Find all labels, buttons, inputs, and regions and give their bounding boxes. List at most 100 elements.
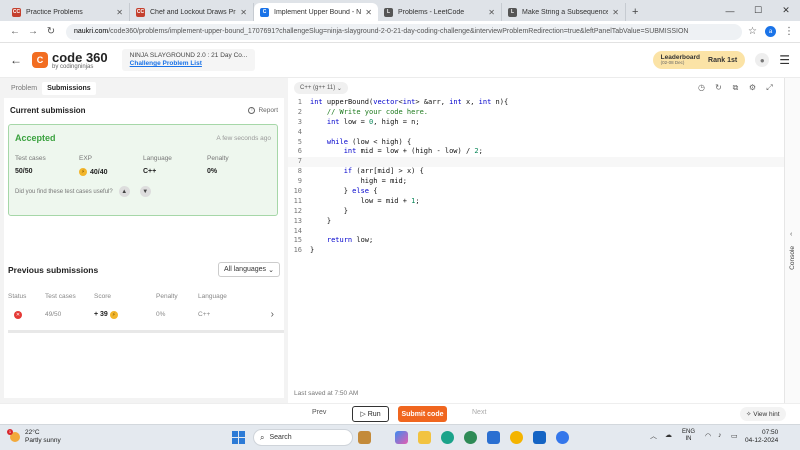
code-line[interactable]: 3 int low = 0, high = n; xyxy=(288,118,784,128)
copy-icon[interactable]: ⧉ xyxy=(727,83,744,93)
language-filter-select[interactable]: All languages ⌄ xyxy=(218,262,280,277)
view-hint-button[interactable]: ✧ View hint xyxy=(740,407,786,421)
bookmark-star-icon[interactable]: ☆ xyxy=(748,26,757,37)
help-app-icon[interactable] xyxy=(510,431,523,444)
chevron-right-icon[interactable]: › xyxy=(266,309,280,320)
code-line[interactable]: 9 high = mid; xyxy=(288,177,784,187)
chrome-browser-icon[interactable] xyxy=(464,431,477,444)
edge-browser-icon[interactable] xyxy=(441,431,454,444)
outlook-app-icon[interactable] xyxy=(533,431,546,444)
close-tab-icon[interactable]: ✕ xyxy=(116,8,123,17)
tray-overflow-icon[interactable]: ︿ xyxy=(650,431,657,441)
user-avatar-icon[interactable]: ● xyxy=(755,53,770,67)
thumbs-up-icon[interactable]: ▲ xyxy=(118,186,130,197)
close-tab-icon[interactable]: ✕ xyxy=(365,8,372,17)
coin-icon: ⚡ xyxy=(79,168,87,176)
submissions-table-header: Status Test cases Score Penalty Language xyxy=(8,293,280,300)
store-app-icon[interactable] xyxy=(487,431,500,444)
column-header: Penalty xyxy=(156,293,178,300)
wifi-icon[interactable]: ◠ xyxy=(705,432,711,440)
code-line[interactable]: 12 } xyxy=(288,207,784,217)
tab-title: Make String a Subsequence U... xyxy=(522,8,609,16)
run-button[interactable]: ▷ Run xyxy=(352,406,389,422)
url-field[interactable]: naukri.com/code360/problems/implement-up… xyxy=(66,23,743,40)
thumbs-down-icon[interactable]: ▼ xyxy=(139,186,151,197)
weather-widget[interactable]: 1 22°C Partly sunny xyxy=(7,428,61,445)
leaderboard-button[interactable]: Leaderboard (02-08 Dec) Rank 1st xyxy=(652,51,746,69)
reset-icon[interactable]: ↻ xyxy=(710,83,727,93)
console-label[interactable]: Console xyxy=(789,246,796,270)
browser-tab-leetcode[interactable]: L Problems - LeetCode ✕ xyxy=(378,3,502,21)
browser-tab-practice[interactable]: CC Practice Problems ✕ xyxy=(6,3,130,21)
code-area[interactable]: 1 int upperBound(vector<int> &arr, int x,… xyxy=(288,98,784,373)
settings-gear-icon[interactable]: ⚙ xyxy=(744,83,761,93)
app-header: ← C code 360 by codingninjas NINJA SLAYG… xyxy=(0,43,800,78)
code-line[interactable]: 10 } else { xyxy=(288,187,784,197)
new-tab-button[interactable]: + xyxy=(632,3,638,21)
console-sidebar[interactable]: ‹ Console xyxy=(784,78,800,403)
timer-icon[interactable]: ◷ xyxy=(693,83,710,93)
browser-tab-subsequence[interactable]: L Make String a Subsequence U... ✕ xyxy=(502,3,626,21)
language-select[interactable]: C++ (g++ 11) ⌄ xyxy=(294,82,348,94)
search-icon: ⌕ xyxy=(260,432,265,442)
code-line[interactable]: 15 return low; xyxy=(288,236,784,246)
profile-avatar[interactable]: a xyxy=(765,26,776,37)
volume-icon[interactable]: ♪ xyxy=(718,432,722,439)
code-text: int mid = low + (high - low) / 2; xyxy=(343,147,483,156)
system-clock[interactable]: 07:50 04-12-2024 xyxy=(745,429,778,445)
line-number: 2 xyxy=(297,107,302,116)
report-button[interactable]: ! Report xyxy=(248,107,278,114)
code-line[interactable]: 1 int upperBound(vector<int> &arr, int x,… xyxy=(288,98,784,108)
back-arrow-icon[interactable]: ← xyxy=(10,53,22,67)
code-line[interactable]: 16} xyxy=(288,246,784,256)
code-line[interactable]: 8 if (arr[mid] > x) { xyxy=(288,167,784,177)
browser-tab-upper-bound[interactable]: C Implement Upper Bound - Nau... ✕ xyxy=(254,3,378,21)
back-arrow-icon[interactable]: ← xyxy=(6,26,24,37)
explorer-app-icon[interactable] xyxy=(358,431,371,444)
hamburger-menu-icon[interactable]: ☰ xyxy=(779,53,790,67)
copilot-app-icon[interactable] xyxy=(395,431,408,444)
code-text: low = mid + 1; xyxy=(310,196,420,205)
info-icon: ! xyxy=(248,107,256,114)
horizontal-scrollbar[interactable] xyxy=(8,330,284,333)
code-line[interactable]: 2 // Write your code here. xyxy=(288,108,784,118)
table-row[interactable]: ✕ 49/50 + 39 ⚡ 0% C++ › xyxy=(8,309,280,320)
next-button[interactable]: Next xyxy=(472,409,486,416)
chevron-left-icon[interactable]: ‹ xyxy=(790,231,792,238)
code-line[interactable]: 4 xyxy=(288,128,784,138)
challenge-problem-list-link[interactable]: Challenge Problem List xyxy=(130,60,248,68)
code-line[interactable]: 13 } xyxy=(288,217,784,227)
code-line[interactable]: 11 low = mid + 1; xyxy=(288,197,784,207)
taskbar-search[interactable]: ⌕ Search xyxy=(253,429,353,446)
tab-submissions[interactable]: Submissions xyxy=(42,81,96,95)
prev-button[interactable]: Prev xyxy=(312,409,326,416)
maximize-icon[interactable]: ☐ xyxy=(744,5,772,16)
tab-problem[interactable]: Problem xyxy=(6,82,42,95)
minimize-icon[interactable]: — xyxy=(716,6,744,16)
code360-logo[interactable]: C code 360 by codingninjas xyxy=(32,51,108,70)
close-tab-icon[interactable]: ✕ xyxy=(488,8,495,17)
code-line[interactable]: 5 while (low < high) { xyxy=(288,138,784,148)
code-line[interactable]: 7 xyxy=(288,157,784,168)
close-tab-icon[interactable]: ✕ xyxy=(612,8,619,17)
close-window-icon[interactable]: ✕ xyxy=(772,5,800,16)
url-path: /code360/problems/implement-upper-bound_… xyxy=(108,28,689,35)
browser-menu-icon[interactable]: ⋮ xyxy=(784,26,794,37)
action-bar: Prev ▷ Run Submit code Next ✧ View hint xyxy=(0,403,800,424)
browser-tab-bar: CC Practice Problems ✕ CC Chef and Locko… xyxy=(0,0,800,21)
close-tab-icon[interactable]: ✕ xyxy=(240,8,247,17)
submit-code-button[interactable]: Submit code xyxy=(398,406,447,422)
browser-tab-chef[interactable]: CC Chef and Lockout Draws Practi... ✕ xyxy=(130,3,254,21)
battery-icon[interactable]: ▭ xyxy=(731,432,738,440)
windows-start-icon[interactable] xyxy=(232,431,245,444)
code-text: if (arr[mid] > x) { xyxy=(343,167,424,176)
chrome-active-icon[interactable] xyxy=(556,431,569,444)
fullscreen-icon[interactable]: ⤢ xyxy=(761,83,778,93)
code-line[interactable]: 6 int mid = low + (high - low) / 2; xyxy=(288,147,784,157)
code-line[interactable]: 14 xyxy=(288,227,784,237)
forward-arrow-icon[interactable]: → xyxy=(24,26,42,37)
file-explorer-icon[interactable] xyxy=(418,431,431,444)
input-language-indicator[interactable]: ENG IN xyxy=(682,429,695,443)
reload-icon[interactable]: ↻ xyxy=(42,26,60,37)
cloud-icon[interactable]: ☁ xyxy=(665,431,672,439)
